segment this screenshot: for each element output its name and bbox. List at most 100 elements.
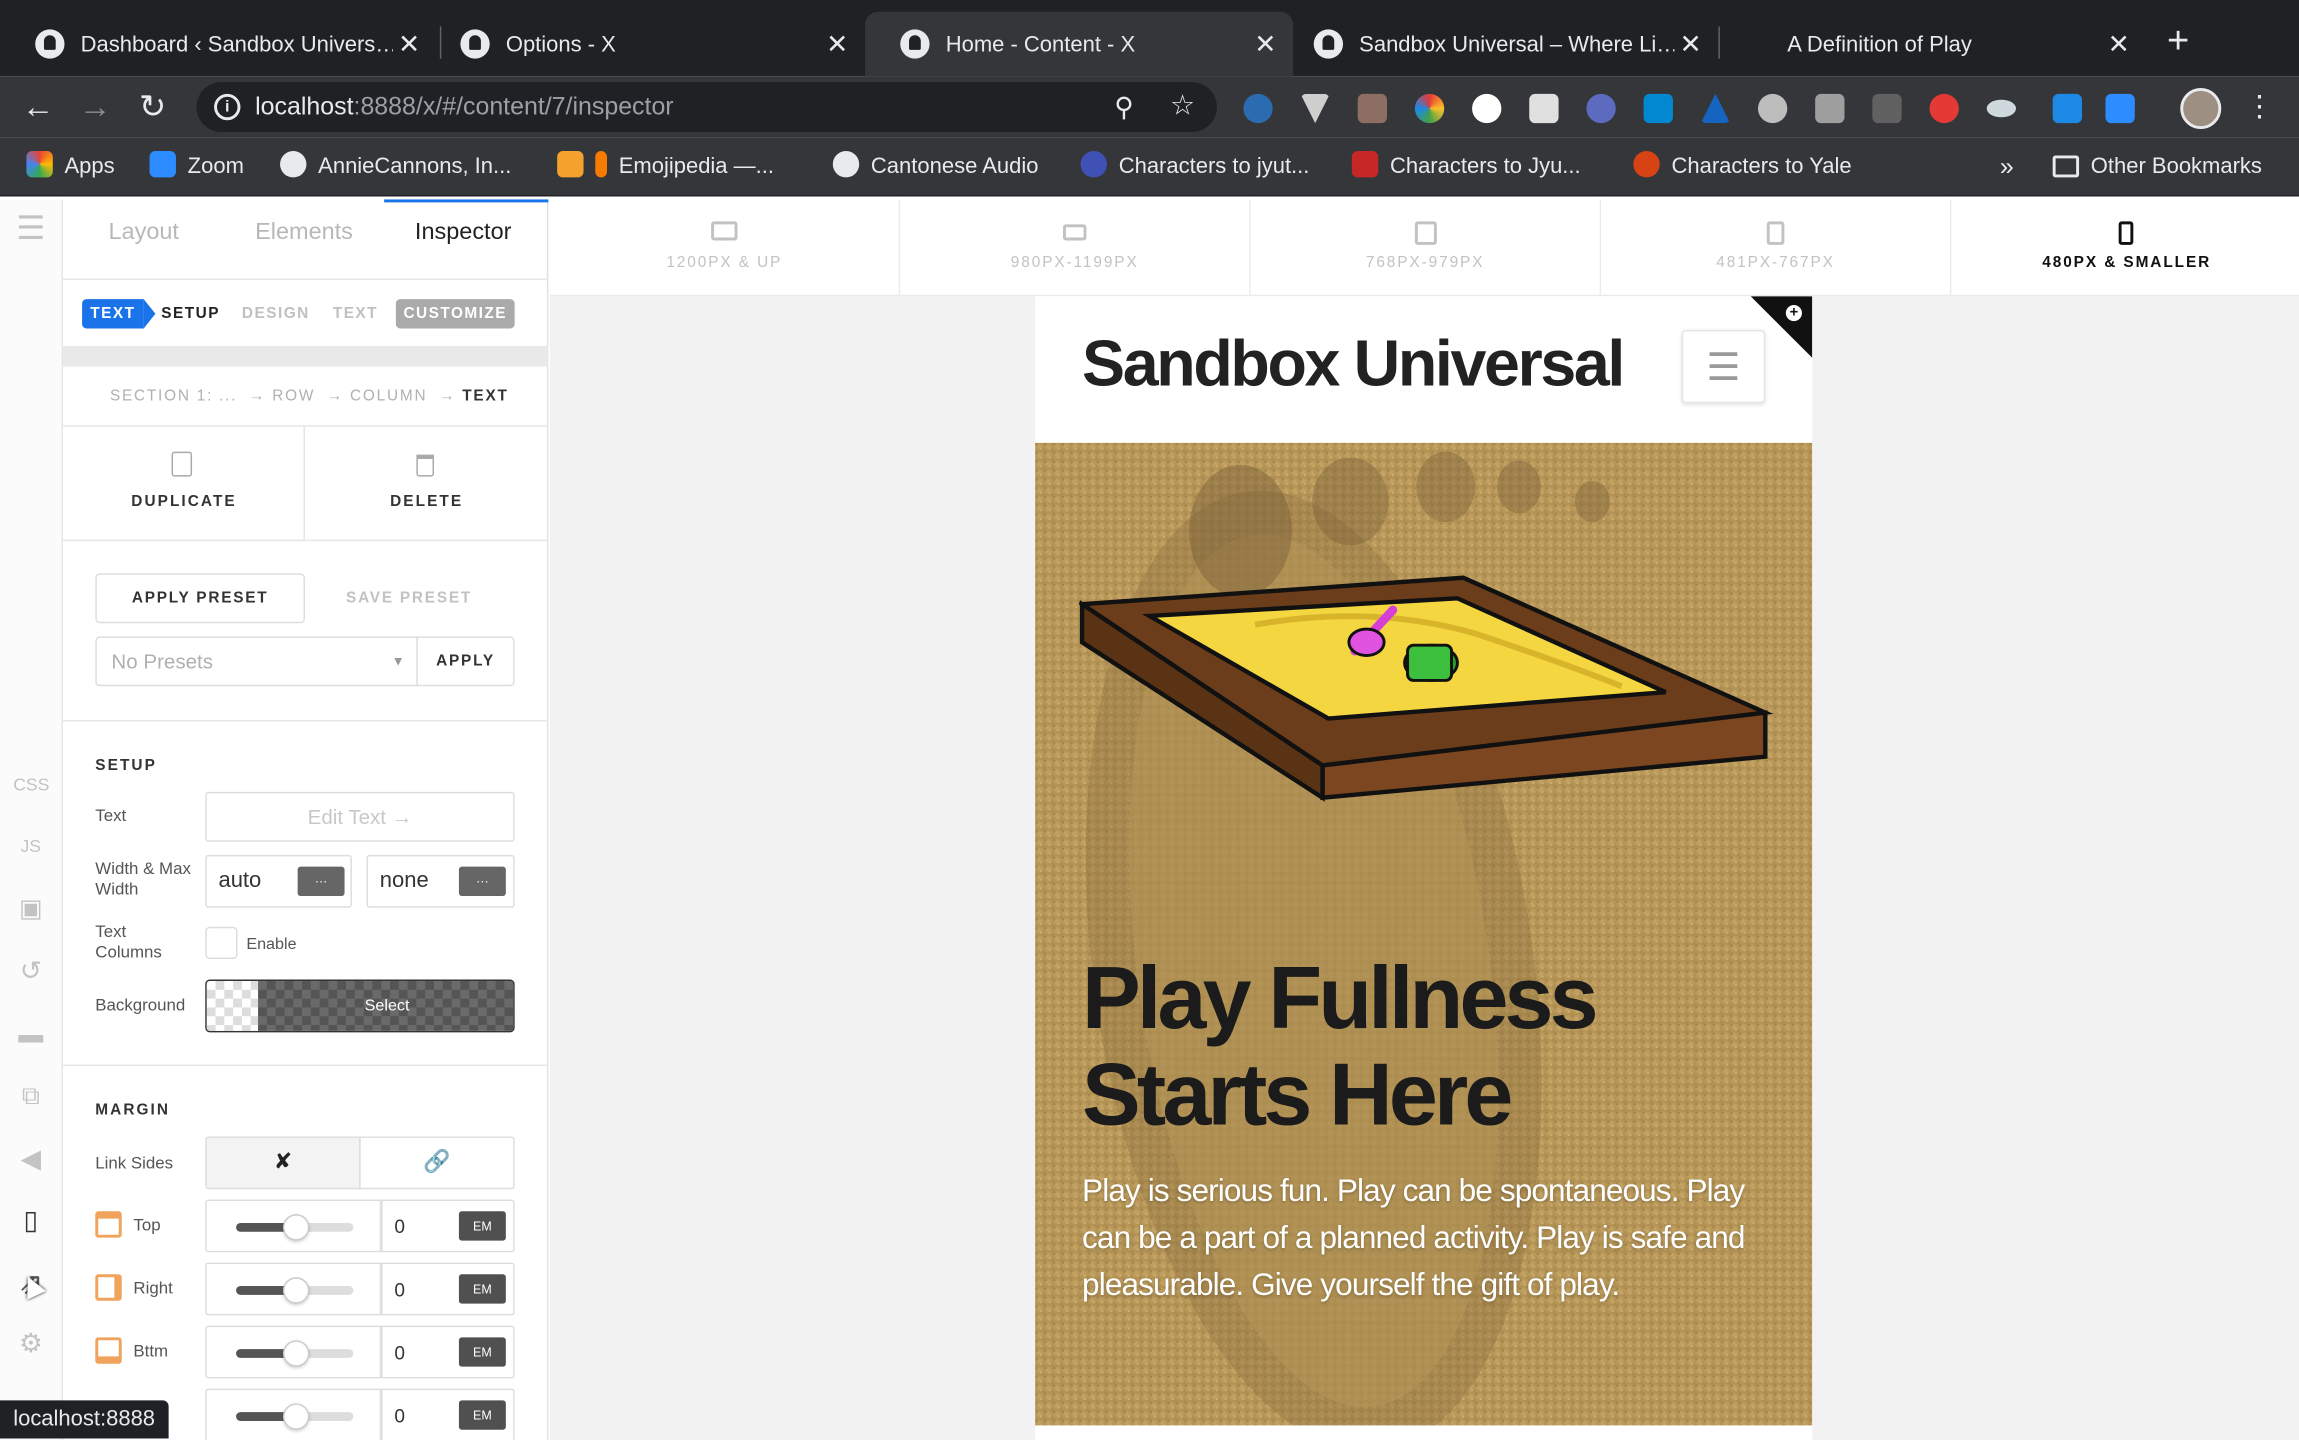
margin-top-unit[interactable]: EM xyxy=(458,1211,506,1241)
unlink-sides-button[interactable]: ✘ xyxy=(205,1136,361,1190)
margin-right-input[interactable]: 0 EM xyxy=(381,1262,515,1316)
subtab-text[interactable]: TEXT xyxy=(333,305,378,323)
extension-chat-icon[interactable] xyxy=(1757,93,1788,124)
width-more-button[interactable]: ··· xyxy=(297,866,345,896)
extension-h-icon[interactable] xyxy=(1529,93,1559,124)
hero-headline[interactable]: Play Fullness Starts Here xyxy=(1082,949,1786,1144)
apply-button[interactable]: APPLY xyxy=(416,636,515,687)
bookmark-emojipedia[interactable]: Emojipedia —... xyxy=(557,138,774,197)
extension-screencast-icon[interactable] xyxy=(2052,93,2083,124)
close-tab-icon[interactable]: ✕ xyxy=(1249,29,1281,60)
subtab-design[interactable]: DESIGN xyxy=(242,305,310,323)
delete-button[interactable]: DELETE xyxy=(305,427,548,540)
history-icon[interactable]: ↺ xyxy=(13,956,48,985)
back-icon[interactable]: ← xyxy=(16,85,60,129)
max-width-more-button[interactable]: ··· xyxy=(458,866,506,896)
settings-gear-icon[interactable]: ⚙ xyxy=(13,1329,48,1358)
extension-triangle-icon[interactable] xyxy=(1700,93,1731,124)
subtab-customize[interactable]: CUSTOMIZE xyxy=(395,299,515,329)
zoom-search-icon[interactable]: ⚲ xyxy=(1114,82,1133,132)
margin-bottom-input[interactable]: 0 EM xyxy=(381,1325,515,1379)
margin-left-slider[interactable] xyxy=(205,1388,382,1440)
skip-back-icon[interactable]: ◀ xyxy=(13,1144,48,1173)
bookmark-jyut-2[interactable]: Characters to Jyu... xyxy=(1351,138,1581,197)
breadcrumb-column[interactable]: COLUMN xyxy=(350,387,427,405)
edit-text-button[interactable]: Edit Text → xyxy=(205,791,515,842)
bookmark-apps[interactable]: Apps xyxy=(26,138,115,197)
site-brand[interactable]: Sandbox Universal xyxy=(1082,328,1625,401)
margin-right-unit[interactable]: EM xyxy=(458,1274,506,1304)
extension-red-icon[interactable] xyxy=(1929,93,1959,124)
bookmark-jyut-1[interactable]: Characters to jyut... xyxy=(1080,138,1309,197)
bookmark-anniecannons[interactable]: AnnieCannons, In... xyxy=(280,138,511,197)
extension-eyedropper-icon[interactable] xyxy=(1357,93,1388,124)
link-sides-button[interactable]: 🔗 xyxy=(359,1136,515,1190)
tab-definition-of-play[interactable]: A Definition of Play ✕ xyxy=(1707,12,2147,77)
extension-np-icon[interactable] xyxy=(1872,93,1902,124)
extension-circle-icon[interactable] xyxy=(1472,93,1502,124)
tab-options[interactable]: Options - X ✕ xyxy=(425,12,865,77)
margin-left-unit[interactable]: EM xyxy=(458,1400,506,1430)
address-bar[interactable]: i localhost:8888/x/#/content/7/inspector… xyxy=(196,82,1217,132)
tab-sandbox-universal[interactable]: Sandbox Universal – Where Li… ✕ xyxy=(1279,12,1719,77)
tab-elements[interactable]: Elements xyxy=(255,220,353,246)
forward-icon[interactable]: → xyxy=(73,85,117,129)
extension-purple-icon[interactable] xyxy=(1586,93,1616,124)
margin-top-input[interactable]: 0 EM xyxy=(381,1199,515,1253)
tab-inspector[interactable]: Inspector xyxy=(415,220,511,246)
apply-preset-tab[interactable]: APPLY PRESET xyxy=(95,573,305,624)
extension-react-icon[interactable] xyxy=(1243,93,1273,124)
css-button[interactable]: CSS xyxy=(13,770,49,799)
tab-dashboard[interactable]: Dashboard ‹ Sandbox Univers… ✕ xyxy=(0,12,437,77)
reload-icon[interactable]: ↻ xyxy=(130,85,174,129)
margin-bottom-unit[interactable]: EM xyxy=(458,1337,506,1367)
text-columns-checkbox[interactable] xyxy=(205,926,238,960)
other-bookmarks[interactable]: Other Bookmarks xyxy=(2052,138,2262,197)
preset-select[interactable]: No Presets ▼ xyxy=(95,636,418,687)
extension-s-icon[interactable] xyxy=(1643,93,1673,124)
extension-vue-icon[interactable] xyxy=(1300,93,1330,124)
viewport-481-767[interactable]: 481PX-767PX xyxy=(1601,199,1952,297)
viewport-1200-up[interactable]: 1200PX & UP xyxy=(550,199,901,297)
margin-right-slider[interactable] xyxy=(205,1262,382,1316)
viewport-980-1199[interactable]: 980PX-1199PX xyxy=(900,199,1251,297)
browser-menu-icon[interactable]: ⋮ xyxy=(2237,85,2281,129)
subtab-setup[interactable]: SETUP xyxy=(161,305,220,323)
extension-eye-icon[interactable] xyxy=(1986,99,2017,118)
chat-icon[interactable]: ▣ xyxy=(13,895,48,924)
bookmark-cantonese-audio[interactable]: Cantonese Audio xyxy=(832,138,1038,197)
layers-icon[interactable]: ⧉ xyxy=(13,1082,48,1111)
site-info-icon[interactable]: i xyxy=(214,93,241,121)
js-button[interactable]: JS xyxy=(13,831,48,860)
tab-home-content[interactable]: Home - Content - X ✕ xyxy=(865,11,1294,77)
duplicate-button[interactable]: DUPLICATE xyxy=(63,426,305,540)
template-icon[interactable]: ▬ xyxy=(13,1021,48,1050)
save-preset-tab[interactable]: SAVE PRESET xyxy=(305,589,513,607)
viewport-480-smaller[interactable]: 480PX & SMALLER xyxy=(1952,199,2299,296)
breadcrumb-row[interactable]: ROW xyxy=(272,387,315,405)
close-tab-icon[interactable]: ✕ xyxy=(1674,29,1706,60)
hero-body-text[interactable]: Play is serious fun. Play can be spontan… xyxy=(1082,1167,1771,1308)
extension-zoom-icon[interactable] xyxy=(2105,93,2135,124)
hamburger-menu-icon[interactable]: ☰ xyxy=(13,212,48,244)
breadcrumb-section[interactable]: SECTION 1: ... xyxy=(110,387,237,405)
extension-color-icon[interactable] xyxy=(1414,93,1445,124)
close-tab-icon[interactable]: ✕ xyxy=(2103,29,2135,60)
margin-left-input[interactable]: 0 EM xyxy=(381,1388,515,1440)
bookmark-zoom[interactable]: Zoom xyxy=(149,138,244,197)
viewport-768-979[interactable]: 768PX-979PX xyxy=(1251,199,1602,297)
extension-image-icon[interactable] xyxy=(1815,93,1845,124)
bookmarks-overflow-button[interactable]: » xyxy=(2000,138,2014,197)
margin-bottom-slider[interactable] xyxy=(205,1325,382,1379)
margin-top-slider[interactable] xyxy=(205,1199,382,1253)
bookmark-star-icon[interactable]: ☆ xyxy=(1170,82,1195,132)
close-tab-icon[interactable]: ✕ xyxy=(393,29,425,60)
width-input[interactable]: auto ··· xyxy=(205,854,352,908)
close-tab-icon[interactable]: ✕ xyxy=(821,29,853,60)
tab-layout[interactable]: Layout xyxy=(108,220,178,246)
responsive-icon[interactable]: ▯ xyxy=(13,1205,48,1234)
max-width-input[interactable]: none ··· xyxy=(366,854,515,908)
new-tab-button[interactable]: + xyxy=(2167,18,2189,62)
profile-avatar[interactable] xyxy=(2180,87,2222,130)
edit-corner-badge[interactable] xyxy=(1750,296,1813,358)
